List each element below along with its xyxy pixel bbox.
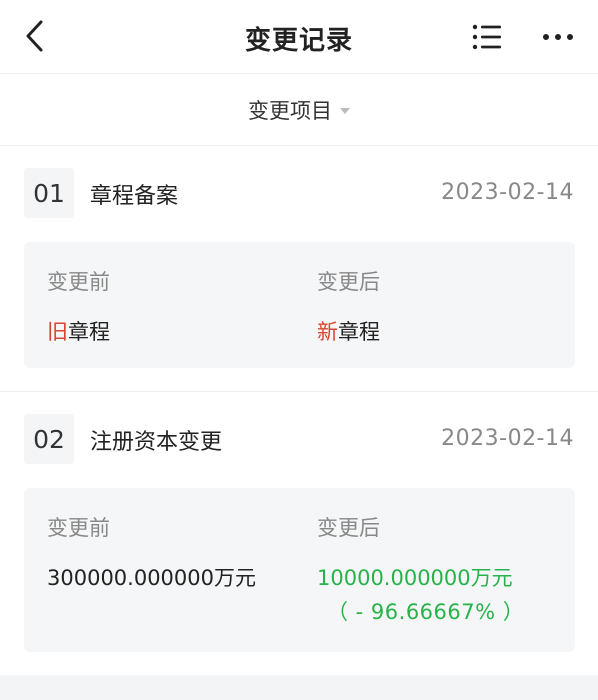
record-header: 01 章程备案 2023-02-14 <box>24 168 574 218</box>
bottom-separator <box>0 675 598 700</box>
after-rest: 章程 <box>338 320 380 344</box>
list-view-button[interactable] <box>468 18 506 56</box>
more-horizontal-icon <box>543 34 573 40</box>
record-header: 02 注册资本变更 2023-02-14 <box>24 414 574 464</box>
more-button[interactable] <box>536 18 580 56</box>
change-detail-box: 变更前 旧章程 变更后 新章程 <box>24 242 575 368</box>
caret-down-icon <box>340 107 350 114</box>
after-value: 新章程 <box>317 316 380 346</box>
before-highlight: 旧 <box>47 320 68 344</box>
nav-bar: 变更记录 <box>0 0 598 74</box>
record-date: 2023-02-14 <box>441 180 574 205</box>
before-value: 旧章程 <box>47 316 110 346</box>
change-percent: （ - 96.66667% ） <box>327 600 525 624</box>
record-title: 章程备案 <box>90 184 179 209</box>
after-label: 变更后 <box>317 270 380 294</box>
before-label: 变更前 <box>47 516 110 540</box>
before-rest: 章程 <box>68 320 110 344</box>
after-highlight: 新 <box>317 320 338 344</box>
record-title: 注册资本变更 <box>90 430 223 455</box>
page-title: 变更记录 <box>244 26 353 56</box>
change-detail-box: 变更前 300000.000000万元 变更后 10000.000000万元 （… <box>24 488 575 652</box>
filter-label: 变更项目 <box>248 98 332 123</box>
change-record: 01 章程备案 2023-02-14 变更前 旧章程 变更后 新章程 <box>0 146 598 392</box>
list-icon <box>472 24 501 50</box>
filter-bar: 变更项目 <box>0 74 598 146</box>
record-index-badge: 01 <box>24 168 74 218</box>
before-value: 300000.000000万元 <box>47 566 257 590</box>
before-label: 变更前 <box>47 270 110 294</box>
record-index-badge: 02 <box>24 414 74 464</box>
change-item-filter[interactable]: 变更项目 <box>248 95 350 125</box>
record-date: 2023-02-14 <box>441 426 574 451</box>
change-record: 02 注册资本变更 2023-02-14 变更前 300000.000000万元… <box>0 392 598 670</box>
after-value: 10000.000000万元 <box>317 566 513 590</box>
after-label: 变更后 <box>317 516 380 540</box>
